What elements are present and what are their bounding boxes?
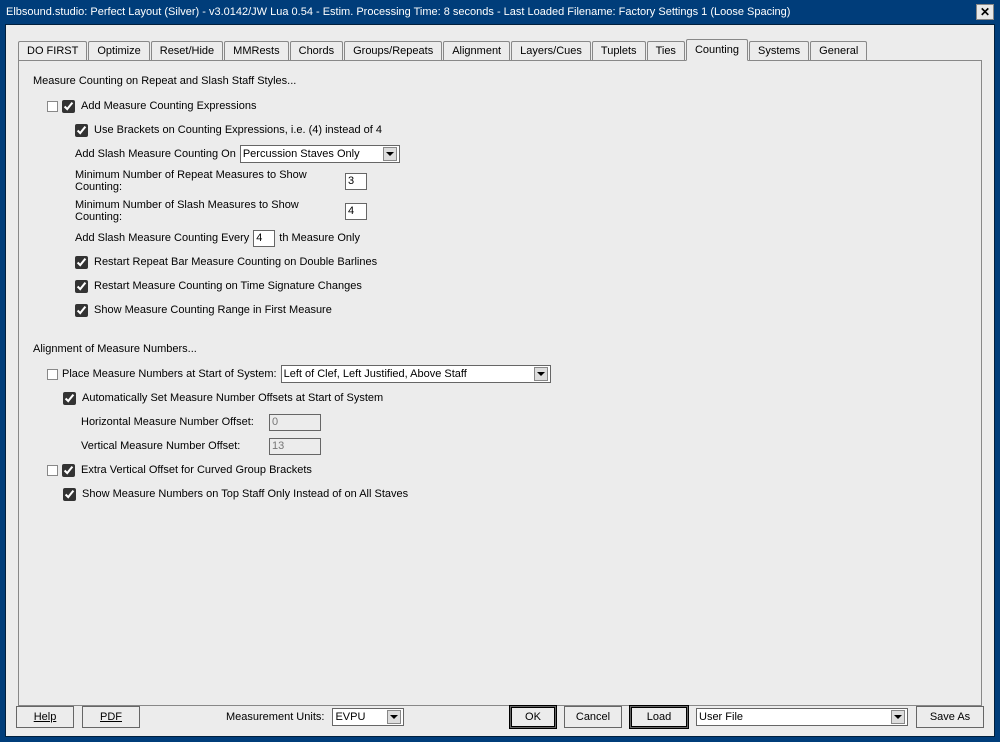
- label-units: Measurement Units:: [226, 711, 324, 723]
- label-extra-vert: Extra Vertical Offset for Curved Group B…: [81, 464, 312, 476]
- tab-do-first[interactable]: DO FIRST: [18, 41, 87, 60]
- client-area: DO FIRST Optimize Reset/Hide MMRests Cho…: [5, 24, 995, 737]
- tab-panel-counting: Measure Counting on Repeat and Slash Sta…: [18, 60, 982, 706]
- label-auto-offset: Automatically Set Measure Number Offsets…: [82, 392, 383, 404]
- label-top-staff: Show Measure Numbers on Top Staff Only I…: [82, 488, 408, 500]
- app-window: Elbsound.studio: Perfect Layout (Silver)…: [0, 0, 1000, 742]
- combo-units[interactable]: EVPU: [332, 708, 404, 726]
- close-button[interactable]: ✕: [976, 4, 994, 20]
- label-every-a: Add Slash Measure Counting Every: [75, 232, 249, 244]
- checkbox-auto-offset[interactable]: [63, 392, 76, 405]
- input-min-slash[interactable]: [345, 203, 367, 220]
- label-every-b: th Measure Only: [279, 232, 360, 244]
- tab-tuplets[interactable]: Tuplets: [592, 41, 646, 60]
- input-horiz-offset: [269, 414, 321, 431]
- checkbox-restart-time[interactable]: [75, 280, 88, 293]
- label-add-slash-on: Add Slash Measure Counting On: [75, 148, 236, 160]
- checkbox-use-brackets[interactable]: [75, 124, 88, 137]
- section-heading-alignment: Alignment of Measure Numbers...: [33, 343, 971, 355]
- marker-icon[interactable]: [47, 465, 58, 476]
- load-button[interactable]: Load: [630, 706, 688, 728]
- pdf-button[interactable]: PDF: [82, 706, 140, 728]
- combo-userfile[interactable]: User File: [696, 708, 908, 726]
- chevron-down-icon: [387, 710, 401, 724]
- tab-reset-hide[interactable]: Reset/Hide: [151, 41, 223, 60]
- chevron-down-icon: [534, 367, 548, 381]
- input-vert-offset: [269, 438, 321, 455]
- ok-button[interactable]: OK: [510, 706, 556, 728]
- input-every[interactable]: [253, 230, 275, 247]
- tab-strip: DO FIRST Optimize Reset/Hide MMRests Cho…: [6, 25, 994, 60]
- combo-userfile-value: User File: [699, 711, 743, 723]
- combo-units-value: EVPU: [335, 711, 365, 723]
- checkbox-restart-double[interactable]: [75, 256, 88, 269]
- label-min-slash: Minimum Number of Slash Measures to Show…: [75, 199, 345, 223]
- marker-icon[interactable]: [47, 369, 58, 380]
- tab-alignment[interactable]: Alignment: [443, 41, 510, 60]
- marker-icon[interactable]: [47, 101, 58, 112]
- help-button[interactable]: Help: [16, 706, 74, 728]
- label-use-brackets: Use Brackets on Counting Expressions, i.…: [94, 124, 382, 136]
- tab-ties[interactable]: Ties: [647, 41, 685, 60]
- section-heading-counting: Measure Counting on Repeat and Slash Sta…: [33, 75, 971, 87]
- tab-layers-cues[interactable]: Layers/Cues: [511, 41, 591, 60]
- chevron-down-icon: [383, 147, 397, 161]
- label-horiz-offset: Horizontal Measure Number Offset:: [81, 416, 269, 428]
- tab-mmrests[interactable]: MMRests: [224, 41, 288, 60]
- label-add-counting: Add Measure Counting Expressions: [81, 100, 256, 112]
- tab-chords[interactable]: Chords: [290, 41, 343, 60]
- input-min-repeat[interactable]: [345, 173, 367, 190]
- tab-systems[interactable]: Systems: [749, 41, 809, 60]
- label-restart-double: Restart Repeat Bar Measure Counting on D…: [94, 256, 377, 268]
- checkbox-extra-vert[interactable]: [62, 464, 75, 477]
- bottom-bar: Help PDF Measurement Units: EVPU OK Canc…: [16, 706, 984, 728]
- combo-place-value: Left of Clef, Left Justified, Above Staf…: [284, 368, 467, 380]
- combo-place[interactable]: Left of Clef, Left Justified, Above Staf…: [281, 365, 551, 383]
- titlebar: Elbsound.studio: Perfect Layout (Silver)…: [0, 0, 1000, 24]
- chevron-down-icon: [891, 710, 905, 724]
- save-as-button[interactable]: Save As: [916, 706, 984, 728]
- label-place: Place Measure Numbers at Start of System…: [62, 368, 277, 380]
- tab-counting[interactable]: Counting: [686, 39, 748, 61]
- window-title: Elbsound.studio: Perfect Layout (Silver)…: [6, 0, 790, 24]
- tab-general[interactable]: General: [810, 41, 867, 60]
- label-restart-time: Restart Measure Counting on Time Signatu…: [94, 280, 362, 292]
- cancel-button[interactable]: Cancel: [564, 706, 622, 728]
- combo-slash-on-value: Percussion Staves Only: [243, 148, 360, 160]
- tab-groups-repeats[interactable]: Groups/Repeats: [344, 41, 442, 60]
- combo-slash-on[interactable]: Percussion Staves Only: [240, 145, 400, 163]
- checkbox-show-range[interactable]: [75, 304, 88, 317]
- checkbox-add-counting[interactable]: [62, 100, 75, 113]
- label-vert-offset: Vertical Measure Number Offset:: [81, 440, 269, 452]
- label-min-repeat: Minimum Number of Repeat Measures to Sho…: [75, 169, 345, 193]
- label-show-range: Show Measure Counting Range in First Mea…: [94, 304, 332, 316]
- tab-optimize[interactable]: Optimize: [88, 41, 149, 60]
- checkbox-top-staff[interactable]: [63, 488, 76, 501]
